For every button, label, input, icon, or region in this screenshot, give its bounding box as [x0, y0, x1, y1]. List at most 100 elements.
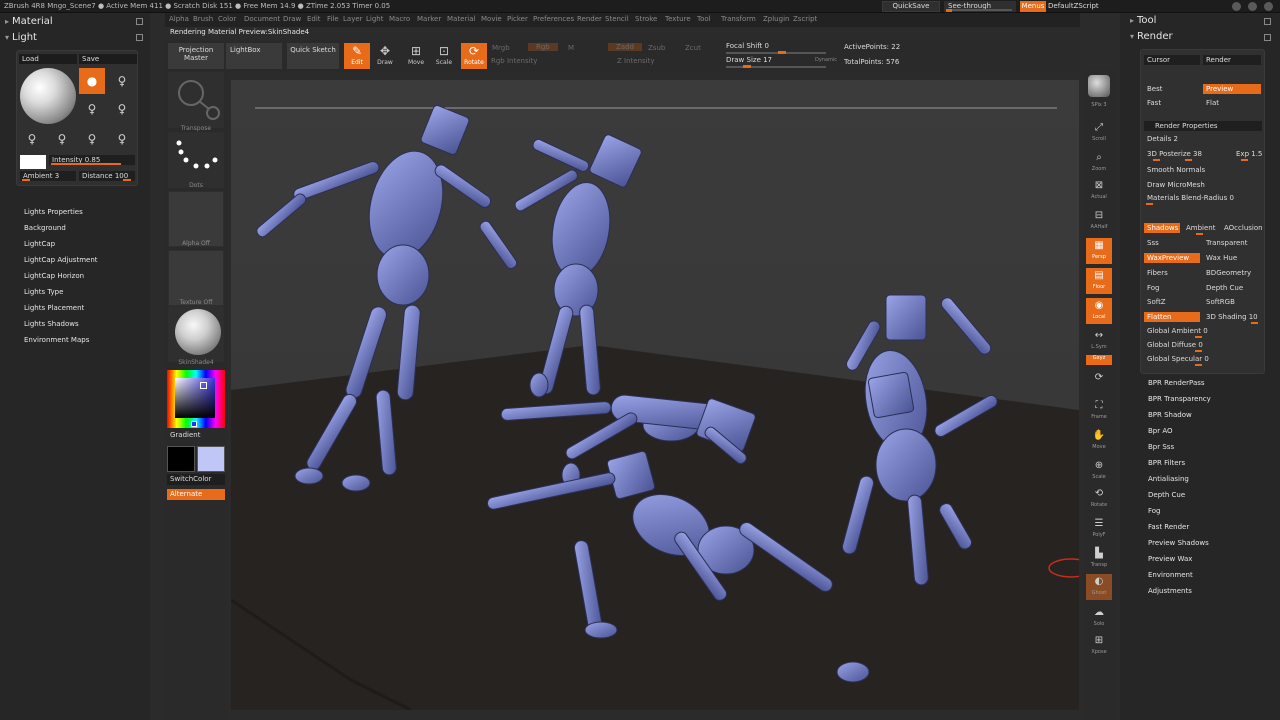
- zoom-button[interactable]: ⌕ Zoom: [1086, 150, 1112, 176]
- menu-lightcap-horizon[interactable]: LightCap Horizon: [24, 270, 98, 286]
- details-slider[interactable]: Details 2: [1144, 134, 1262, 144]
- light-bulb-icon[interactable]: ●: [79, 68, 105, 94]
- global-diffuse-knob[interactable]: [1195, 350, 1202, 352]
- zsub-button[interactable]: Zsub: [648, 44, 665, 52]
- preview-button[interactable]: Preview: [1203, 84, 1261, 94]
- color-picker-cursor[interactable]: [200, 382, 207, 389]
- minimize-icon[interactable]: [1232, 2, 1241, 11]
- menu-environment-maps[interactable]: Environment Maps: [24, 334, 98, 350]
- zcut-button[interactable]: Zcut: [685, 44, 701, 52]
- menu-antialiasing[interactable]: Antialiasing: [1148, 473, 1211, 489]
- wax-hue-toggle[interactable]: Wax Hue: [1203, 253, 1261, 263]
- move-button[interactable]: ⊞ Move: [403, 43, 429, 69]
- default-zscript-button[interactable]: DefaultZScript: [1048, 1, 1108, 12]
- dynamic-button[interactable]: Dynamic: [815, 57, 837, 63]
- ambient-knob[interactable]: [1196, 233, 1203, 235]
- gxyz-button[interactable]: Gxyz: [1086, 355, 1112, 365]
- menu-stroke[interactable]: Stroke: [635, 15, 657, 23]
- draw-micromesh-toggle[interactable]: Draw MicroMesh: [1144, 180, 1262, 190]
- main-color-swatch[interactable]: [167, 446, 195, 472]
- rotate-button[interactable]: ⟳ Rotate: [461, 43, 487, 69]
- render-properties-header[interactable]: Render Properties: [1144, 121, 1262, 131]
- transpose-thumb[interactable]: [168, 72, 224, 128]
- scale-button[interactable]: ⊡ Scale: [431, 43, 457, 69]
- light-bulb-icon[interactable]: ♀: [109, 96, 135, 122]
- light-load-button[interactable]: Load: [19, 54, 77, 64]
- zadd-button[interactable]: Zadd: [608, 43, 642, 51]
- render-palette-title[interactable]: ▾ Render: [1130, 31, 1173, 42]
- draw-button[interactable]: ✥ Draw: [372, 43, 398, 69]
- aocclusion-toggle[interactable]: AOcclusion: [1221, 223, 1263, 233]
- fibers-toggle[interactable]: Fibers: [1144, 268, 1200, 278]
- softrgb-toggle[interactable]: SoftRGB: [1203, 297, 1261, 307]
- ambient-toggle[interactable]: Ambient: [1183, 223, 1219, 233]
- lightbox-button[interactable]: LightBox: [226, 43, 282, 69]
- menu-bpr-filters[interactable]: BPR Filters: [1148, 457, 1211, 473]
- render-button[interactable]: Render: [1203, 55, 1261, 65]
- light-palette-title[interactable]: ▾ Light: [5, 32, 37, 43]
- menu-layer[interactable]: Layer: [343, 15, 363, 23]
- palette-pin-icon[interactable]: [1264, 18, 1271, 25]
- palette-pin-icon[interactable]: [136, 18, 143, 25]
- smooth-normals-toggle[interactable]: Smooth Normals: [1144, 165, 1262, 175]
- focal-shift-knob[interactable]: [778, 51, 786, 54]
- exp-slider[interactable]: Exp 1.5: [1233, 149, 1263, 159]
- bpr-button[interactable]: [1086, 75, 1112, 101]
- secondary-color-swatch[interactable]: [197, 446, 225, 472]
- menu-preferences[interactable]: Preferences: [533, 15, 574, 23]
- menu-fast-render[interactable]: Fast Render: [1148, 521, 1211, 537]
- quicksave-button[interactable]: QuickSave: [882, 1, 940, 12]
- light-save-button[interactable]: Save: [79, 54, 137, 64]
- menus-button[interactable]: Menus: [1020, 1, 1046, 12]
- menu-bpr-sss[interactable]: Bpr Sss: [1148, 441, 1211, 457]
- switch-color-button[interactable]: SwitchColor: [167, 474, 225, 485]
- color-picker[interactable]: [167, 370, 225, 428]
- lsym-button[interactable]: ↔ L.Sym: [1086, 328, 1112, 354]
- maximize-icon[interactable]: [1248, 2, 1257, 11]
- menu-bpr-shadow[interactable]: BPR Shadow: [1148, 409, 1211, 425]
- edit-button[interactable]: ✎ Edit: [344, 43, 370, 69]
- hue-cursor[interactable]: [191, 421, 197, 427]
- posterize-slider[interactable]: 3D Posterize 38: [1144, 149, 1234, 159]
- m-button[interactable]: M: [568, 44, 574, 52]
- menu-picker[interactable]: Picker: [507, 15, 528, 23]
- intensity-slider[interactable]: Intensity 0.85: [49, 155, 135, 165]
- menu-depth-cue[interactable]: Depth Cue: [1148, 489, 1211, 505]
- depth-cue-toggle[interactable]: Depth Cue: [1203, 283, 1261, 293]
- menu-fog[interactable]: Fog: [1148, 505, 1211, 521]
- solo-button[interactable]: ☁ Solo: [1086, 605, 1112, 631]
- menu-background[interactable]: Background: [24, 222, 98, 238]
- material-palette-title[interactable]: ▸ Material: [5, 16, 53, 27]
- gradient-label[interactable]: Gradient: [170, 431, 200, 439]
- sss-toggle[interactable]: Sss: [1144, 238, 1200, 248]
- rotate-view-button[interactable]: ⟲ Rotate: [1086, 486, 1112, 512]
- materials-blend-slider[interactable]: Materials Blend-Radius 0: [1144, 193, 1262, 203]
- menu-stencil[interactable]: Stencil: [605, 15, 629, 23]
- distance-slider[interactable]: Distance 100: [79, 171, 135, 181]
- focal-shift-label[interactable]: Focal Shift 0: [726, 42, 769, 50]
- light-placement-sphere[interactable]: [20, 68, 76, 124]
- menu-movie[interactable]: Movie: [481, 15, 502, 23]
- frame-button[interactable]: ⛶ Frame: [1086, 398, 1112, 424]
- actual-button[interactable]: ⊠ Actual: [1086, 178, 1112, 204]
- see-through-slider[interactable]: See-through: [944, 1, 1016, 12]
- palette-pin-icon[interactable]: [1264, 34, 1271, 41]
- light-bulb-icon[interactable]: ♀: [79, 126, 105, 152]
- light-bulb-icon[interactable]: ♀: [79, 96, 105, 122]
- transp-button[interactable]: ▙ Transp: [1086, 546, 1112, 572]
- light-bulb-icon[interactable]: ♀: [49, 126, 75, 152]
- menu-macro[interactable]: Macro: [389, 15, 410, 23]
- xpose-button[interactable]: ⊞ Xpose: [1086, 633, 1112, 659]
- menu-texture[interactable]: Texture: [665, 15, 691, 23]
- menu-preview-shadows[interactable]: Preview Shadows: [1148, 537, 1211, 553]
- transparent-toggle[interactable]: Transparent: [1203, 238, 1261, 248]
- menu-edit[interactable]: Edit: [307, 15, 321, 23]
- z-intensity-slider[interactable]: Z Intensity: [617, 57, 655, 65]
- softz-toggle[interactable]: SoftZ: [1144, 297, 1200, 307]
- menu-lights-type[interactable]: Lights Type: [24, 286, 98, 302]
- menu-zplugin[interactable]: Zplugin: [763, 15, 789, 23]
- rotation-axis-icon[interactable]: ⟳: [1086, 370, 1112, 396]
- polyf-button[interactable]: ☰ PolyF: [1086, 516, 1112, 542]
- move-view-button[interactable]: ✋ Move: [1086, 428, 1112, 454]
- menu-bpr-ao[interactable]: Bpr AO: [1148, 425, 1211, 441]
